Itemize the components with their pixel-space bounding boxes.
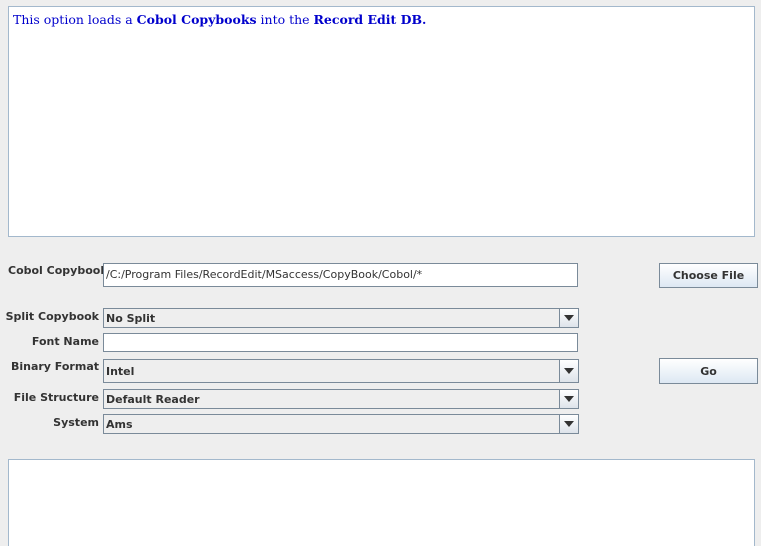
- file-structure-label: File Structure: [13, 391, 99, 404]
- system-select[interactable]: Ams: [103, 414, 579, 434]
- copybook-path-input[interactable]: /C:/Program Files/RecordEdit/MSaccess/Co…: [103, 263, 578, 287]
- help-text-db: Record Edit DB.: [313, 12, 427, 27]
- split-copybook-label: Split Copybook: [5, 310, 99, 323]
- system-label: System: [53, 416, 99, 429]
- copybook-loader-window: This option loads a Cobol Copybooks into…: [0, 0, 761, 546]
- split-copybook-value: No Split: [106, 311, 156, 325]
- help-panel: This option loads a Cobol Copybooks into…: [8, 6, 755, 237]
- help-text: This option loads a Cobol Copybooks into…: [13, 12, 750, 28]
- file-structure-dropdown-arrow[interactable]: [559, 390, 578, 408]
- file-structure-value: Default Reader: [106, 392, 200, 406]
- go-button[interactable]: Go: [659, 358, 758, 384]
- split-copybook-dropdown-arrow[interactable]: [559, 309, 578, 327]
- choose-file-button[interactable]: Choose File: [659, 263, 758, 288]
- font-name-label: Font Name: [31, 335, 99, 348]
- binary-format-dropdown-arrow[interactable]: [559, 360, 578, 382]
- help-text-middle: into the: [256, 12, 314, 27]
- chevron-down-icon: [564, 396, 574, 402]
- help-text-prefix: This option loads a: [13, 12, 137, 27]
- binary-format-label: Binary Format: [10, 360, 99, 373]
- system-dropdown-arrow[interactable]: [559, 415, 578, 433]
- output-panel[interactable]: [8, 459, 755, 546]
- binary-format-select[interactable]: Intel: [103, 359, 579, 383]
- binary-format-value: Intel: [106, 364, 135, 378]
- help-text-copybooks: Cobol Copybooks: [136, 12, 257, 27]
- chevron-down-icon: [564, 368, 574, 374]
- chevron-down-icon: [564, 421, 574, 427]
- file-structure-select[interactable]: Default Reader: [103, 389, 579, 409]
- copybook-label: Cobol Copybook: [8, 264, 108, 277]
- chevron-down-icon: [564, 315, 574, 321]
- split-copybook-select[interactable]: No Split: [103, 308, 579, 328]
- font-name-input[interactable]: [103, 333, 578, 352]
- system-value: Ams: [106, 417, 133, 431]
